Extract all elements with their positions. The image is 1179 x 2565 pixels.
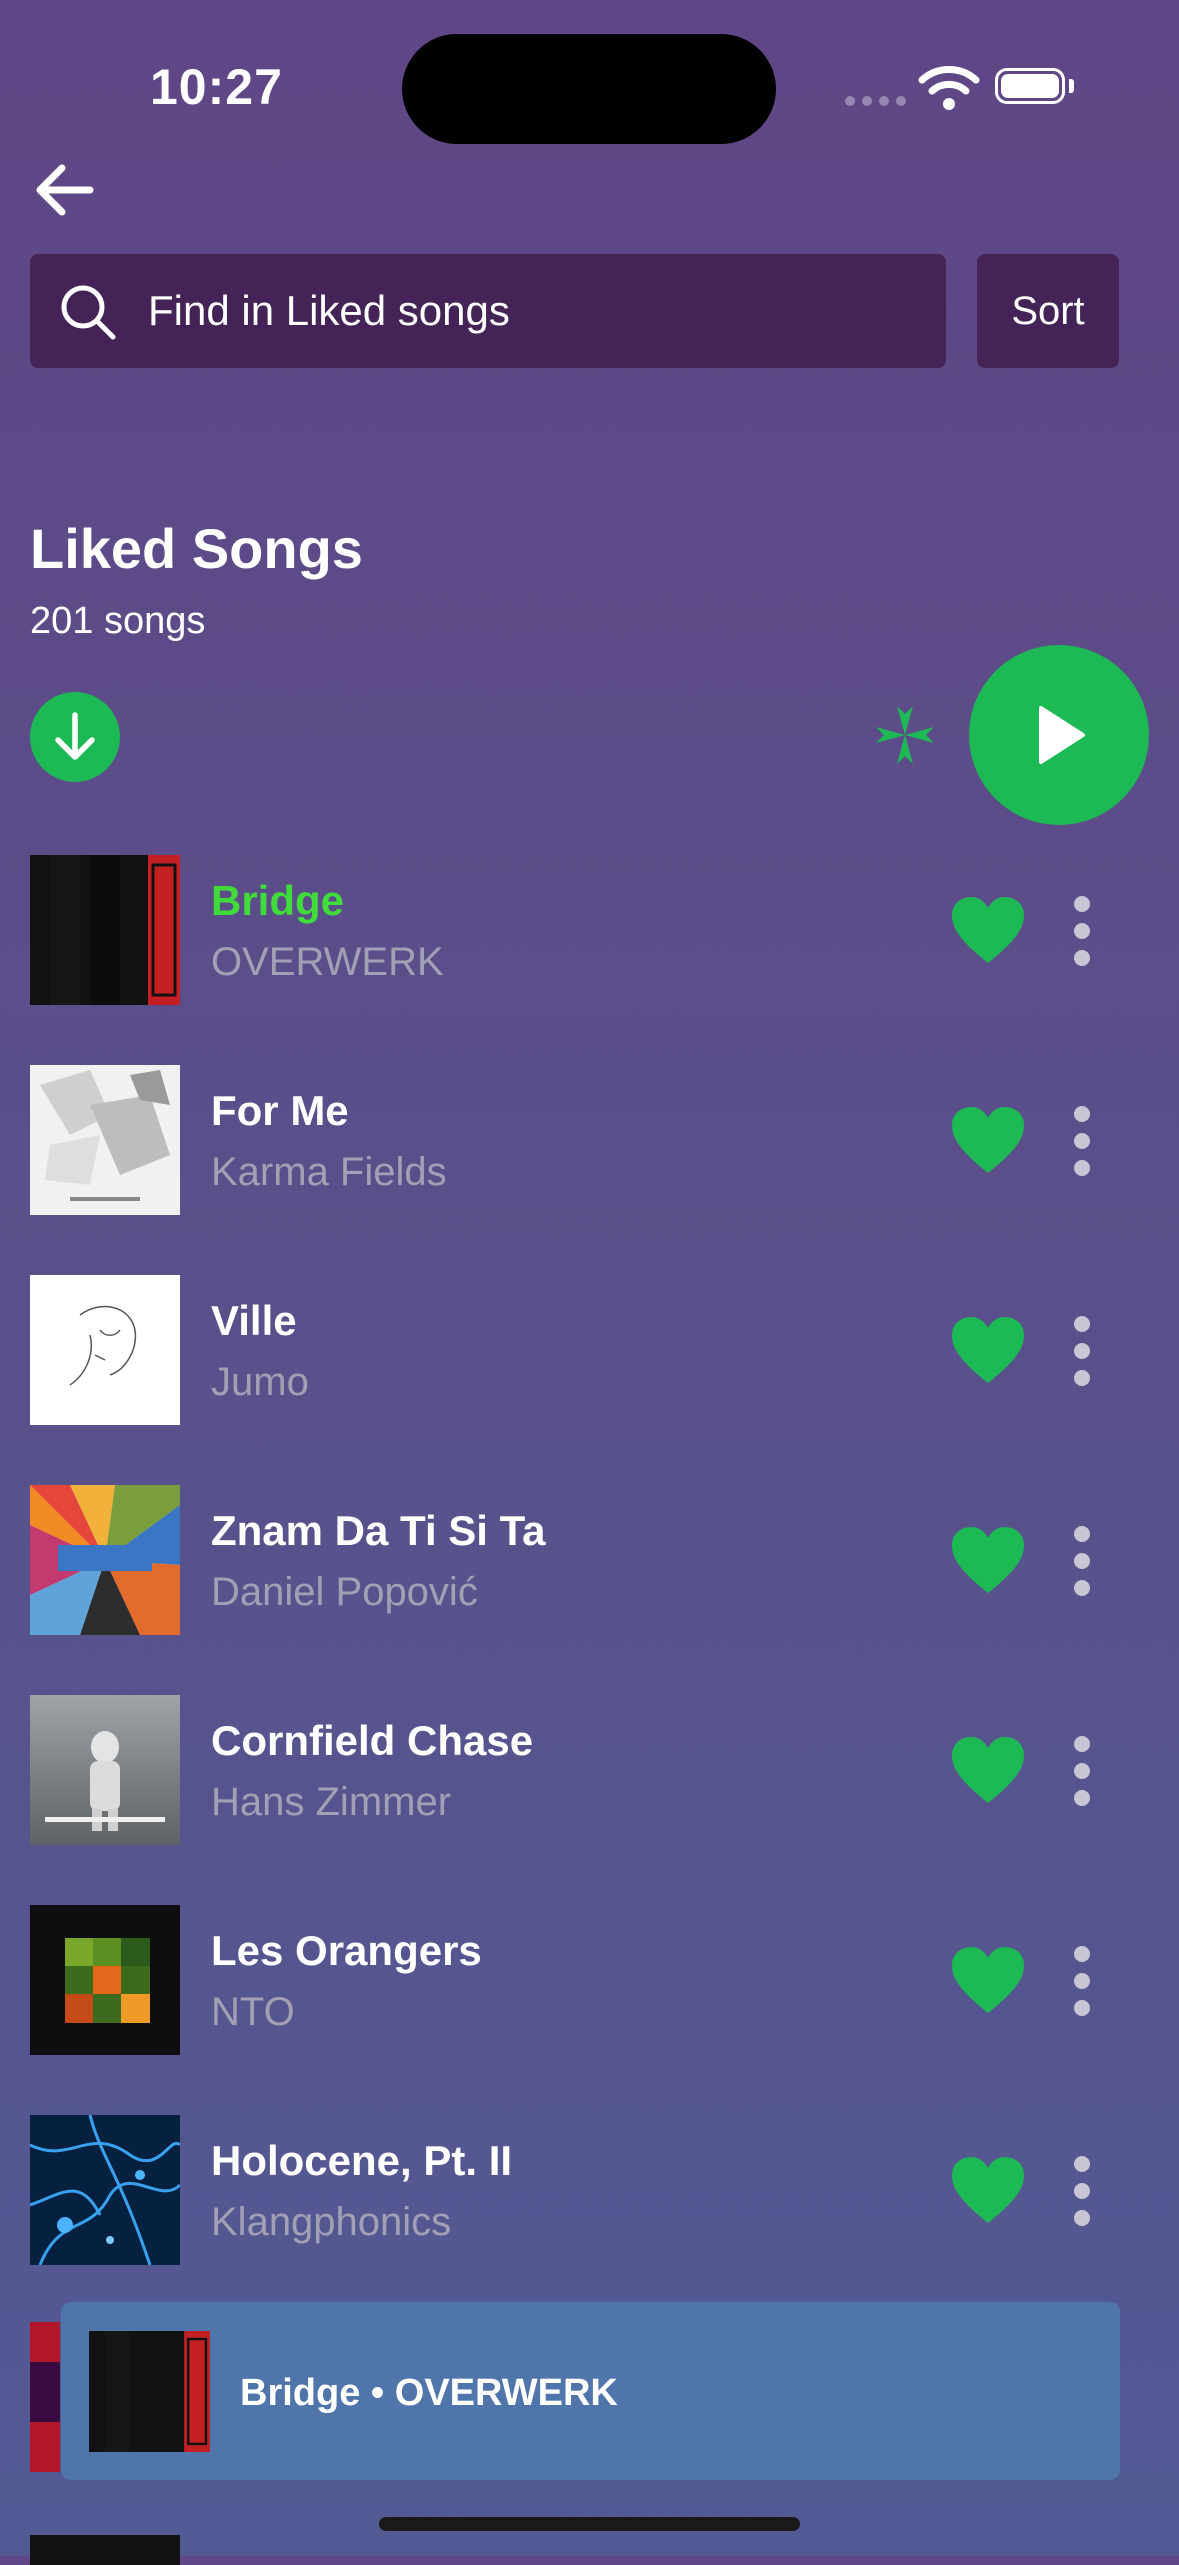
dynamic-island — [402, 34, 776, 144]
sort-button[interactable]: Sort — [977, 254, 1119, 368]
play-button[interactable] — [969, 645, 1149, 825]
song-title: Bridge — [211, 877, 345, 924]
play-icon — [1039, 706, 1085, 764]
heart-icon[interactable] — [950, 1735, 1026, 1805]
battery-tip — [1069, 79, 1074, 93]
more-vertical-icon[interactable] — [1062, 1315, 1102, 1387]
song-row[interactable]: For Me Karma Fields — [0, 1065, 1179, 1275]
page-title: Liked Songs — [30, 517, 363, 580]
more-vertical-icon[interactable] — [1062, 895, 1102, 967]
song-title: Ville — [211, 1297, 297, 1344]
song-row[interactable]: Bridge OVERWERK — [0, 855, 1179, 1065]
search-placeholder: Find in Liked songs — [148, 287, 510, 334]
more-vertical-icon[interactable] — [1062, 1945, 1102, 2017]
back-arrow-icon[interactable] — [30, 155, 100, 225]
now-playing-text: Bridge • OVERWERK — [240, 2372, 618, 2414]
song-artist: Jumo — [211, 1360, 309, 1404]
song-row[interactable]: Cornfield Chase Hans Zimmer — [0, 1695, 1179, 1905]
album-art — [30, 1485, 180, 1635]
now-playing-art — [89, 2331, 210, 2452]
song-row[interactable]: Ville Jumo — [0, 1275, 1179, 1485]
status-time: 10:27 — [150, 59, 283, 115]
shuffle-icon[interactable] — [870, 700, 940, 770]
song-artist: Klangphonics — [211, 2200, 452, 2244]
heart-icon[interactable] — [950, 1105, 1026, 1175]
song-row[interactable]: Les Orangers NTO — [0, 1905, 1179, 2115]
song-artist: OVERWERK — [211, 940, 444, 984]
wifi-icon — [918, 66, 980, 110]
download-icon — [55, 712, 95, 760]
song-title: Cornfield Chase — [211, 1717, 534, 1764]
album-art-partial — [30, 2322, 60, 2472]
album-art-partial — [30, 2535, 180, 2565]
album-art — [30, 1905, 180, 2055]
album-art — [30, 1065, 180, 1215]
album-art — [30, 2115, 180, 2265]
home-indicator[interactable] — [379, 2517, 800, 2531]
heart-icon[interactable] — [950, 1525, 1026, 1595]
more-vertical-icon[interactable] — [1062, 1735, 1102, 1807]
song-title: Holocene, Pt. II — [211, 2137, 513, 2184]
song-artist: Hans Zimmer — [211, 1780, 452, 1824]
cellular-signal-icon — [845, 96, 906, 106]
song-count: 201 songs — [30, 600, 206, 642]
song-artist: NTO — [211, 1990, 295, 2034]
battery-icon — [995, 68, 1065, 104]
heart-icon[interactable] — [950, 895, 1026, 965]
song-artist: Karma Fields — [211, 1150, 447, 1194]
album-art — [30, 855, 180, 1005]
more-vertical-icon[interactable] — [1062, 2155, 1102, 2227]
download-button[interactable] — [30, 692, 120, 782]
album-art — [30, 1275, 180, 1425]
search-icon — [61, 285, 116, 340]
song-artist: Daniel Popović — [211, 1570, 478, 1614]
song-row[interactable]: Znam Da Ti Si Ta Daniel Popović — [0, 1485, 1179, 1695]
more-vertical-icon[interactable] — [1062, 1105, 1102, 1177]
heart-icon[interactable] — [950, 2155, 1026, 2225]
heart-icon[interactable] — [950, 1945, 1026, 2015]
album-art — [30, 1695, 180, 1845]
song-title: Les Orangers — [211, 1927, 482, 1974]
more-vertical-icon[interactable] — [1062, 1525, 1102, 1597]
heart-icon[interactable] — [950, 1315, 1026, 1385]
song-row[interactable]: Holocene, Pt. II Klangphonics — [0, 2115, 1179, 2325]
song-title: Znam Da Ti Si Ta — [211, 1507, 546, 1554]
song-title: For Me — [211, 1087, 349, 1134]
